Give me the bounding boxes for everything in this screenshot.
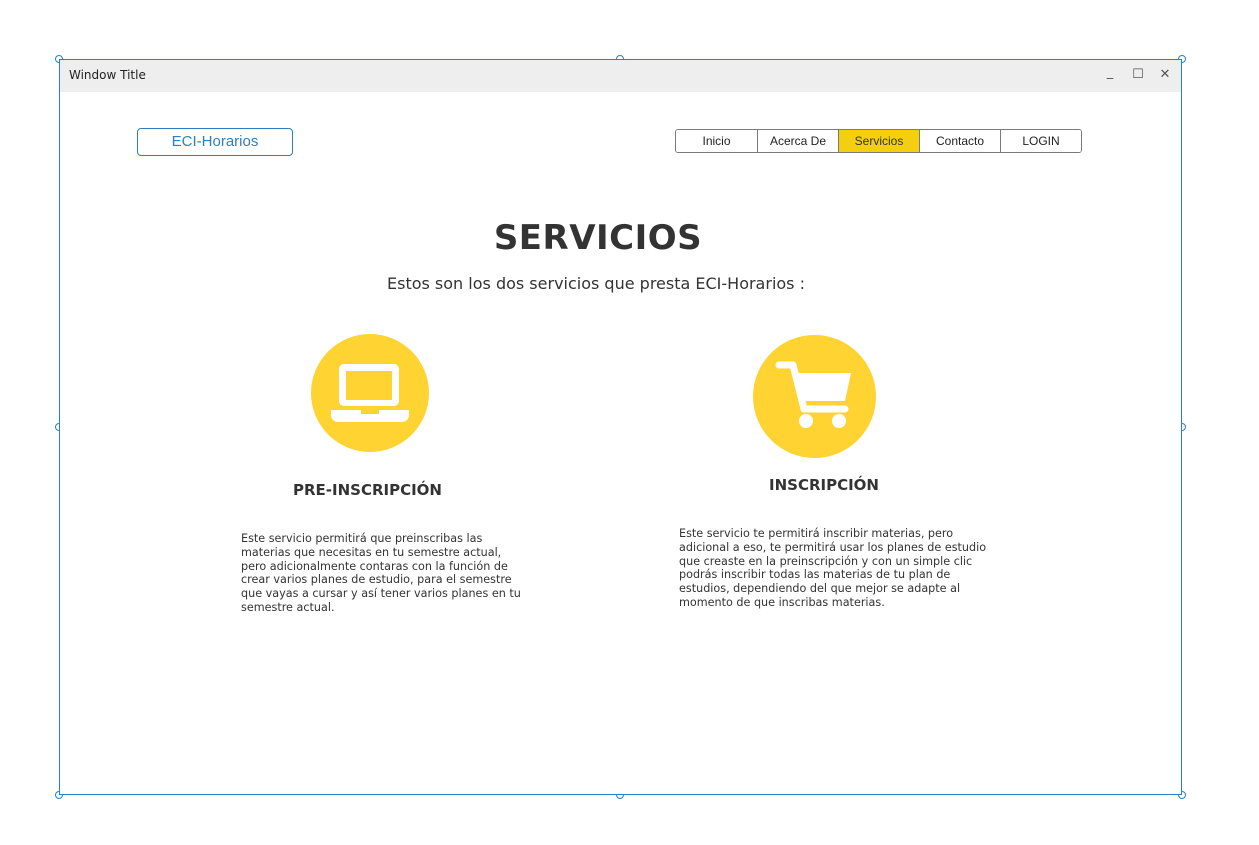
service-title: PRE-INSCRIPCIÓN (293, 481, 442, 499)
main-nav: Inicio Acerca De Servicios Contacto LOGI… (675, 129, 1082, 153)
nav-item-acerca-de[interactable]: Acerca De (757, 130, 838, 152)
minimize-icon[interactable]: _ (1101, 64, 1119, 82)
nav-item-inicio[interactable]: Inicio (676, 130, 757, 152)
title-bar: Window Title _ ☐ ✕ (60, 60, 1181, 92)
maximize-icon[interactable]: ☐ (1129, 66, 1147, 84)
service-title: INSCRIPCIÓN (769, 476, 879, 494)
page-subtitle: Estos son los dos servicios que presta E… (387, 274, 805, 293)
service-description: Este servicio te permitirá inscribir mat… (679, 527, 987, 609)
nav-item-contacto[interactable]: Contacto (919, 130, 1000, 152)
page-title: SERVICIOS (493, 218, 703, 258)
service-description: Este servicio permitirá que preinscribas… (241, 532, 521, 614)
app-window: Window Title _ ☐ ✕ ECI-Horarios Inicio A… (59, 59, 1182, 795)
nav-item-servicios[interactable]: Servicios (838, 130, 919, 152)
laptop-icon (331, 364, 409, 422)
close-icon[interactable]: ✕ (1156, 66, 1174, 84)
service-icon-circle (311, 334, 429, 452)
logo-button[interactable]: ECI-Horarios (137, 128, 293, 156)
window-title: Window Title (69, 68, 146, 82)
nav-item-login[interactable]: LOGIN (1000, 130, 1081, 152)
service-icon-circle (753, 335, 876, 458)
shopping-cart-icon (775, 361, 851, 428)
